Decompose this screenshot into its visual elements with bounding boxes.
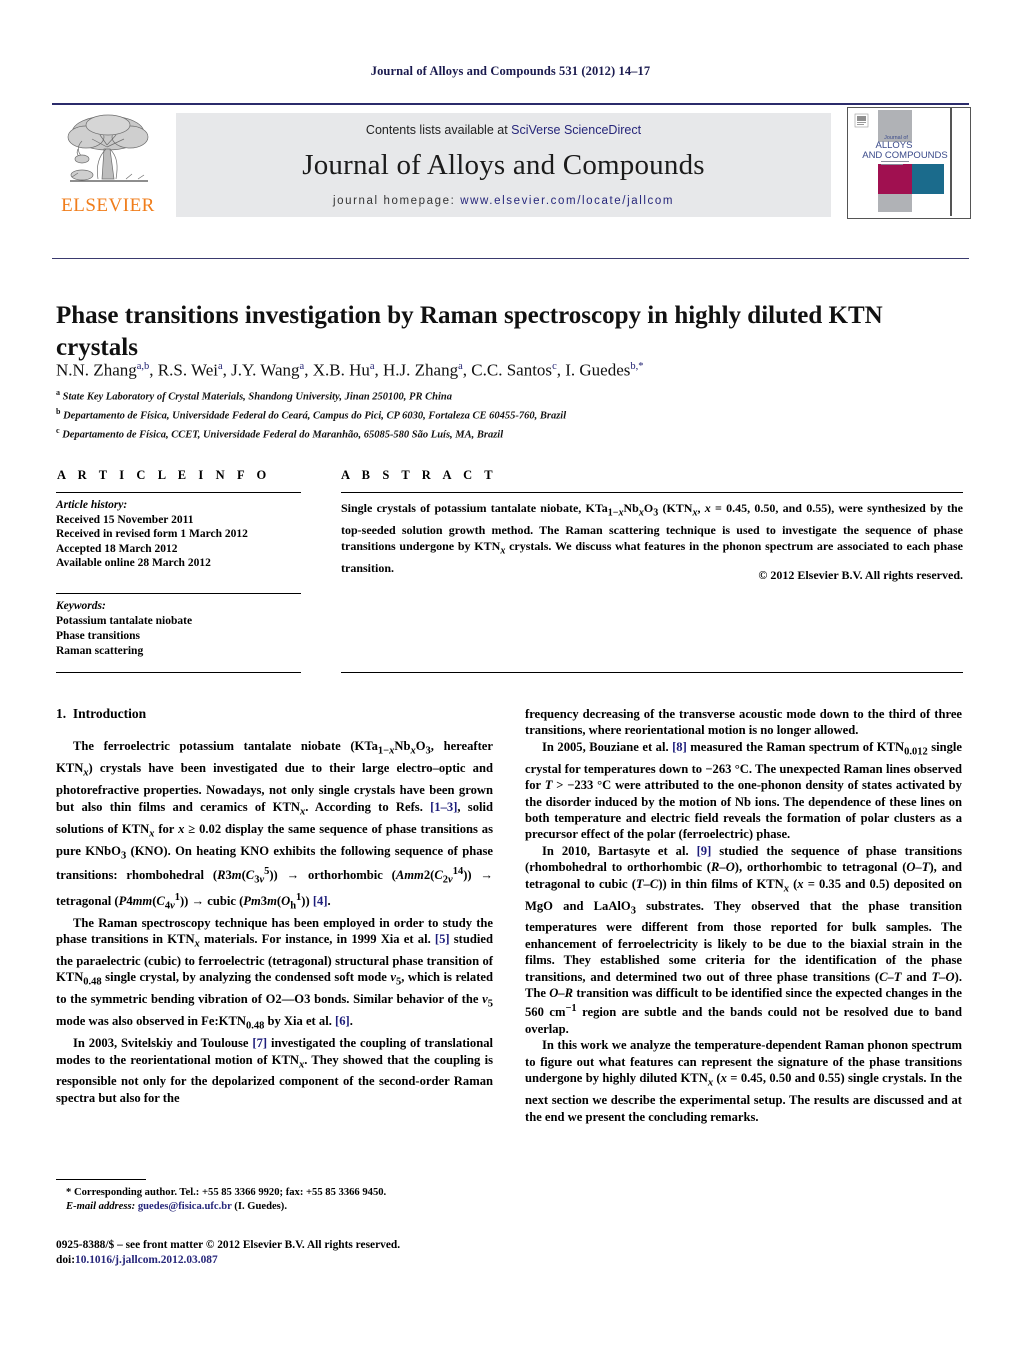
article-page: Journal of Alloys and Compounds 531 (201… <box>0 0 1021 1351</box>
left-column-paragraphs: The ferroelectric potassium tantalate ni… <box>56 738 493 1106</box>
keyword-item: Raman scattering <box>56 645 144 657</box>
info-divider-top <box>56 492 301 493</box>
email-label: E-mail address: <box>66 1201 136 1212</box>
doi-line: doi:10.1016/j.jallcom.2012.03.087 <box>56 1253 526 1268</box>
body-column-right: frequency decreasing of the transverse a… <box>525 706 962 1125</box>
right-column-paragraphs: frequency decreasing of the transverse a… <box>525 706 962 1125</box>
article-history-item: Received 15 November 2011 <box>56 513 194 526</box>
email-note: E-mail address: guedes@fisica.ufc.br (I.… <box>56 1200 493 1214</box>
abstract-text: Single crystals of potassium tantalate n… <box>341 501 964 576</box>
contents-line: Contents lists available at SciVerse Sci… <box>176 123 831 137</box>
keywords-items: Potassium tantalate niobate Phase transit… <box>56 614 306 659</box>
doi-link[interactable]: 10.1016/j.jallcom.2012.03.087 <box>75 1254 218 1266</box>
body-paragraph: The Raman spectroscopy technique has bee… <box>56 915 493 1032</box>
keyword-item: Phase transitions <box>56 630 141 642</box>
keywords-block: Keywords: Potassium tantalate niobate Pha… <box>56 599 306 659</box>
homepage-prefix: journal homepage: <box>332 195 461 207</box>
info-divider-bottom <box>56 672 301 673</box>
article-history-item: Accepted 18 March 2012 <box>56 542 178 555</box>
body-paragraph: In this work we analyze the temperature-… <box>525 1038 962 1124</box>
affiliation-item: a State Key Laboratory of Crystal Materi… <box>56 388 452 403</box>
journal-homepage-link[interactable]: www.elsevier.com/locate/jallcom <box>460 195 674 207</box>
body-paragraph: In 2005, Bouziane et al. [8] measured th… <box>525 739 962 842</box>
journal-homepage-line: journal homepage: www.elsevier.com/locat… <box>176 195 831 207</box>
footnote-rule <box>56 1179 146 1180</box>
body-paragraph: In 2010, Bartasyte et al. [9] studied th… <box>525 843 963 1037</box>
article-history-items: Received 15 November 2011 Received in rev… <box>56 513 306 571</box>
keyword-item: Potassium tantalate niobate <box>56 615 193 627</box>
journal-cover-image: Journal of ALLOYS AND COMPOUNDS <box>848 108 968 216</box>
section-heading: 1. Introduction <box>56 706 493 722</box>
body-paragraph: frequency decreasing of the transverse a… <box>525 707 962 738</box>
body-column-left: 1. Introduction The ferroelectric potass… <box>56 706 493 1106</box>
elsevier-wordmark: ELSEVIER <box>61 195 155 216</box>
author-list: N.N. Zhanga,b, R.S. Weia, J.Y. Wanga, X.… <box>56 360 644 380</box>
page-title: Phase transitions investigation by Raman… <box>56 301 883 361</box>
affiliation-item: c Departamento de Física, CCET, Universi… <box>56 426 504 441</box>
running-head: Journal of Alloys and Compounds 531 (201… <box>370 64 651 78</box>
footnote-block: * Corresponding author. Tel.: +55 85 336… <box>56 1186 493 1214</box>
email-link[interactable]: guedes@fisica.ufc.br <box>138 1201 232 1212</box>
abstract-heading: A B S T R A C T <box>341 468 498 482</box>
email-owner: (I. Guedes). <box>234 1201 287 1212</box>
journal-cover-thumbnail[interactable]: Journal of ALLOYS AND COMPOUNDS <box>847 107 971 219</box>
body-paragraph: In 2003, Svitelskiy and Toulouse [7] inv… <box>56 1036 493 1105</box>
elsevier-logo: ELSEVIER <box>52 111 162 215</box>
abstract-divider-bottom <box>341 672 963 673</box>
affiliation-list: a State Key Laboratory of Crystal Materi… <box>56 386 961 443</box>
article-history-label: Article history: <box>56 499 128 511</box>
article-history-item: Available online 28 March 2012 <box>56 557 211 569</box>
article-history: Article history: Received 15 November 20… <box>56 498 306 571</box>
svg-text:AND COMPOUNDS: AND COMPOUNDS <box>862 150 948 161</box>
article-history-item: Received in revised form 1 March 2012 <box>56 528 248 540</box>
section-number: 1. <box>56 706 67 721</box>
sciencedirect-link[interactable]: SciVerse ScienceDirect <box>511 123 641 137</box>
journal-title: Journal of Alloys and Compounds <box>302 149 705 181</box>
article-info-heading: A R T I C L E I N F O <box>57 468 271 482</box>
title-rule <box>52 258 969 259</box>
front-matter-line: 0925-8388/$ – see front matter © 2012 El… <box>56 1239 401 1251</box>
masthead-panel: Contents lists available at SciVerse Sci… <box>176 113 831 217</box>
affiliation-item: b Departamento de Física, Universidade F… <box>56 407 567 422</box>
section-title: Introduction <box>72 706 147 721</box>
elsevier-tree-icon <box>67 114 149 182</box>
abstract-divider-top <box>341 492 963 493</box>
abstract-copyright: © 2012 Elsevier B.V. All rights reserved… <box>758 568 963 582</box>
front-matter-block: 0925-8388/$ – see front matter © 2012 El… <box>56 1238 526 1268</box>
body-paragraph: The ferroelectric potassium tantalate ni… <box>56 739 494 912</box>
contents-prefix: Contents lists available at <box>365 123 512 137</box>
doi-label: doi: <box>56 1254 75 1266</box>
journal-masthead: ELSEVIER Contents lists available at Sci… <box>52 103 971 219</box>
corresponding-author-note: * Corresponding author. Tel.: +55 85 336… <box>66 1187 387 1198</box>
info-divider-mid <box>56 593 301 594</box>
keywords-label: Keywords: <box>56 600 106 612</box>
